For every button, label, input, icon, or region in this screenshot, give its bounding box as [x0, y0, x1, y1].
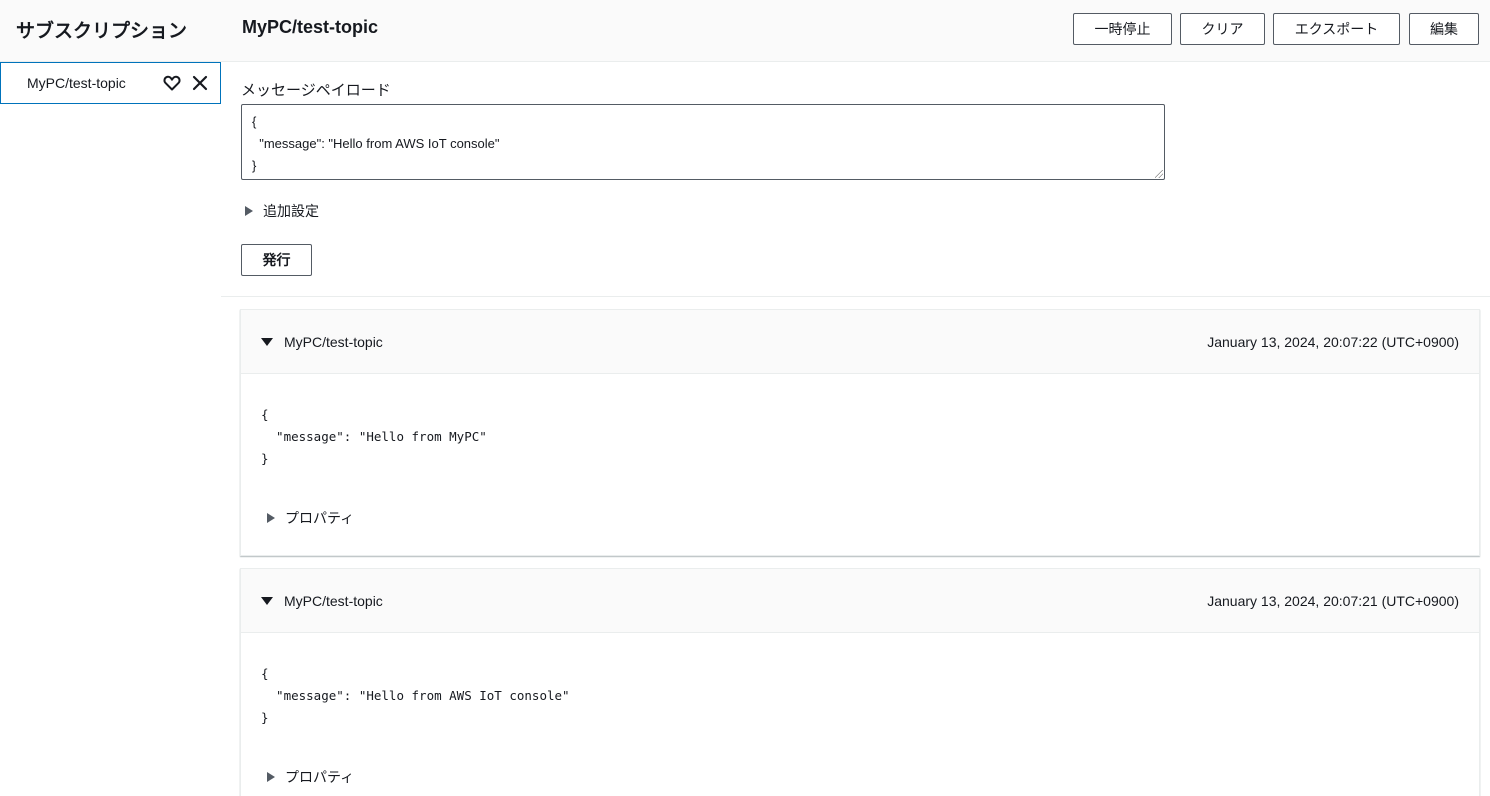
heart-icon[interactable]: [161, 72, 183, 94]
payload-label: メッセージペイロード: [241, 81, 391, 99]
additional-settings-toggle[interactable]: 追加設定: [245, 201, 319, 221]
main-panel: MyPC/test-topic 一時停止 クリア エクスポート 編集 メッセージ…: [221, 0, 1490, 796]
resize-grip[interactable]: [1155, 170, 1163, 178]
message-header[interactable]: MyPC/test-topic January 13, 2024, 20:07:…: [241, 569, 1479, 633]
edit-button[interactable]: 編集: [1409, 13, 1479, 45]
sidebar-header: サブスクリプション: [0, 0, 221, 62]
caret-down-icon: [261, 337, 273, 346]
pause-button[interactable]: 一時停止: [1073, 13, 1172, 45]
subscription-item[interactable]: MyPC/test-topic: [0, 62, 221, 104]
topic-title: MyPC/test-topic: [242, 17, 379, 37]
message-payload: { "message": "Hello from AWS IoT console…: [261, 666, 570, 725]
properties-toggle[interactable]: プロパティ: [267, 508, 1479, 528]
publish-button[interactable]: 発行: [241, 244, 312, 276]
properties-label: プロパティ: [285, 511, 355, 527]
subscription-item-label: MyPC/test-topic: [27, 75, 126, 91]
sidebar-title: サブスクリプション: [16, 21, 188, 42]
message-header[interactable]: MyPC/test-topic January 13, 2024, 20:07:…: [241, 310, 1479, 374]
payload-textarea[interactable]: { "message": "Hello from AWS IoT console…: [241, 104, 1165, 180]
caret-right-icon: [267, 513, 275, 523]
message-topic: MyPC/test-topic: [284, 592, 383, 609]
properties-label: プロパティ: [285, 770, 355, 786]
message-payload: { "message": "Hello from MyPC" }: [261, 407, 487, 466]
divider: [221, 296, 1490, 297]
message-timestamp: January 13, 2024, 20:07:22 (UTC+0900): [1207, 333, 1459, 350]
close-icon[interactable]: [189, 72, 211, 94]
caret-right-icon: [245, 206, 253, 216]
additional-settings-label: 追加設定: [263, 204, 319, 220]
message-card: MyPC/test-topic January 13, 2024, 20:07:…: [240, 309, 1480, 556]
properties-toggle[interactable]: プロパティ: [267, 767, 1479, 787]
clear-button[interactable]: クリア: [1180, 13, 1265, 45]
export-button[interactable]: エクスポート: [1273, 13, 1400, 45]
mqtt-test-client: サブスクリプション MyPC/test-topic MyPC/test-topi…: [0, 0, 1490, 796]
message-topic: MyPC/test-topic: [284, 333, 383, 350]
caret-right-icon: [267, 772, 275, 782]
subscriptions-sidebar: サブスクリプション MyPC/test-topic: [0, 0, 221, 796]
message-timestamp: January 13, 2024, 20:07:21 (UTC+0900): [1207, 592, 1459, 609]
message-card: MyPC/test-topic January 13, 2024, 20:07:…: [240, 568, 1480, 796]
topic-header: MyPC/test-topic 一時停止 クリア エクスポート 編集: [221, 0, 1490, 62]
caret-down-icon: [261, 596, 273, 605]
